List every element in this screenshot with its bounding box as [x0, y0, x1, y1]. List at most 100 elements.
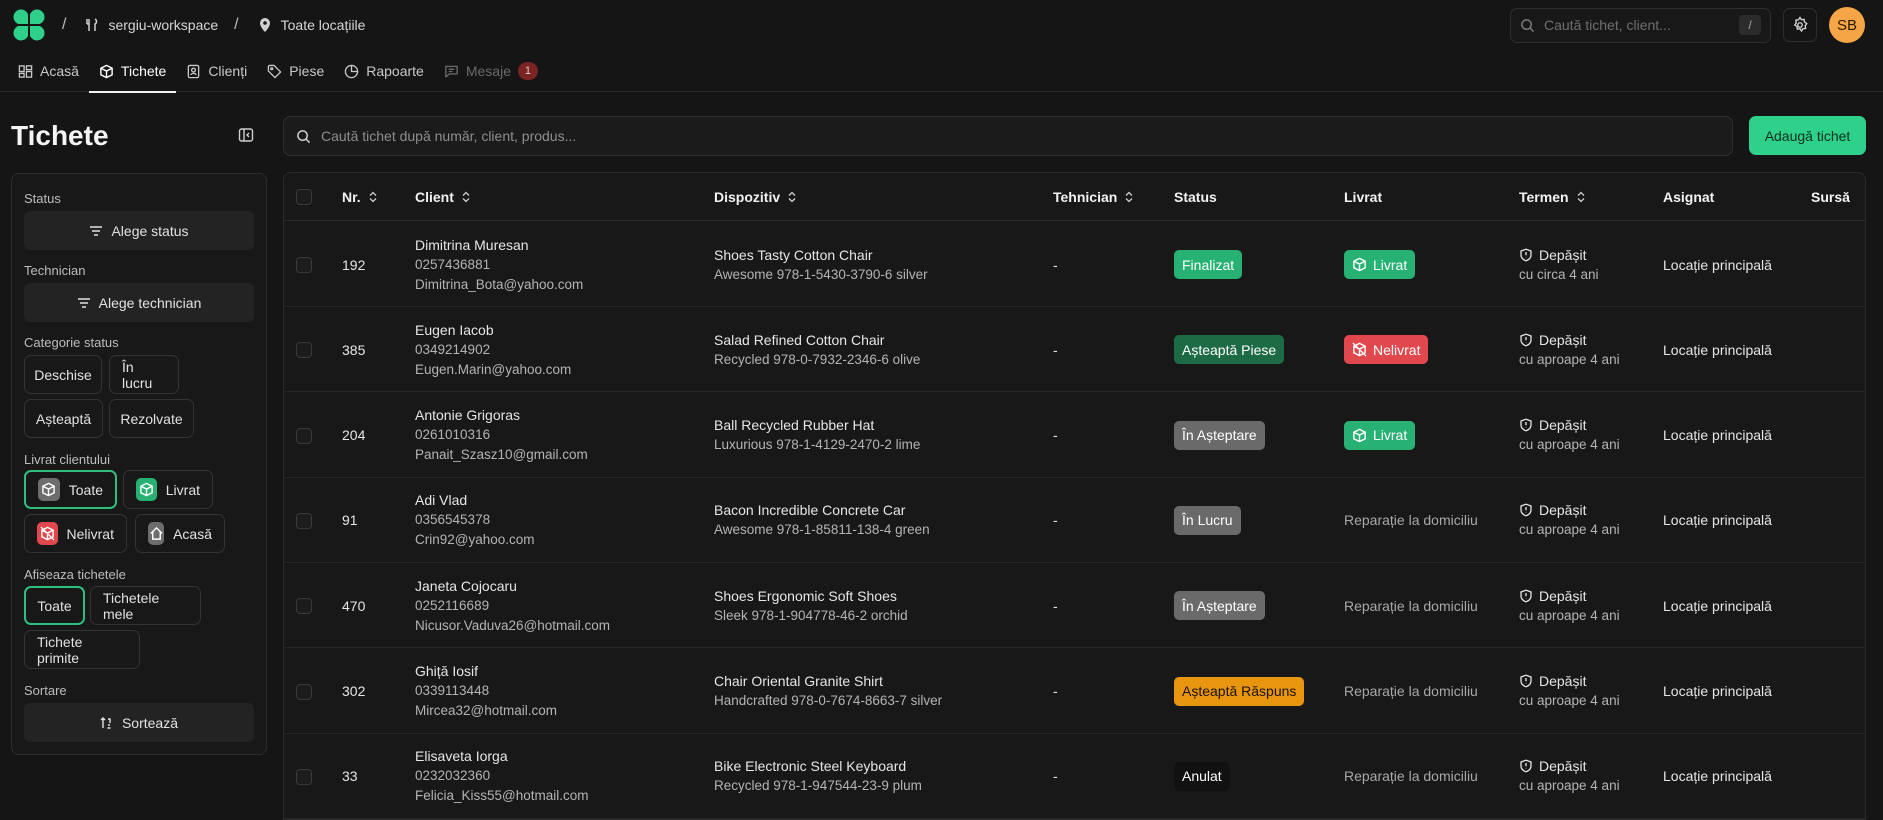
- delivered-cell: Reparație la domiciliu: [1344, 734, 1478, 819]
- category-deschise[interactable]: Deschise: [24, 355, 102, 394]
- breadcrumb-separator: /: [62, 15, 67, 33]
- global-search-input[interactable]: [1544, 17, 1730, 33]
- sort-button[interactable]: Sortează: [24, 703, 254, 742]
- device-name: Salad Refined Cotton Chair: [714, 331, 885, 348]
- deadline-cell: Depășit cu aproape 4 ani: [1519, 563, 1620, 648]
- alarm-clock-icon: [1520, 759, 1532, 773]
- delivery-type-text: Reparație la domiciliu: [1344, 683, 1478, 699]
- box-off-icon: [1352, 342, 1367, 357]
- column-technician[interactable]: Tehnician: [1053, 173, 1135, 221]
- ticket-search[interactable]: [283, 116, 1733, 156]
- choose-status-button[interactable]: Alege status: [24, 211, 254, 250]
- user-avatar[interactable]: SB: [1829, 7, 1865, 43]
- technician-cell: -: [1053, 307, 1058, 392]
- app-logo[interactable]: [12, 8, 46, 42]
- status-badge: În Lucru: [1174, 505, 1241, 535]
- sidebar-collapse-icon[interactable]: [238, 127, 254, 143]
- tab-clienti[interactable]: Clienți: [176, 50, 257, 92]
- breadcrumb-location[interactable]: Toate locațiile: [257, 16, 366, 33]
- client-cell: Elisaveta Iorga 0232032360 Felicia_Kiss5…: [415, 734, 589, 819]
- deadline-status: Depășit: [1519, 586, 1620, 606]
- deadline-cell: Depășit cu aproape 4 ani: [1519, 393, 1620, 478]
- home-icon: [148, 522, 165, 545]
- tab-label: Clienți: [208, 63, 248, 79]
- tab-tichete[interactable]: Tichete: [88, 50, 177, 93]
- delivered-badge: Livrat: [1344, 420, 1416, 450]
- ticket-number: 385: [342, 307, 365, 392]
- tab-rapoarte[interactable]: Rapoarte: [334, 50, 434, 92]
- table-row[interactable]: 192 Dimitrina Muresan 0257436881 Dimitri…: [284, 222, 1865, 307]
- table-row[interactable]: 385 Eugen Iacob 0349214902 Eugen.Marin@y…: [284, 307, 1865, 393]
- row-checkbox[interactable]: [296, 598, 312, 615]
- deadline-relative: cu aproape 4 ani: [1519, 522, 1620, 538]
- row-checkbox[interactable]: [296, 342, 312, 359]
- column-device[interactable]: Dispozitiv: [714, 173, 798, 221]
- technician-name: -: [1053, 683, 1058, 699]
- client-name: Dimitrina Muresan: [415, 236, 529, 253]
- ticket-number: 91: [342, 478, 358, 563]
- row-checkbox[interactable]: [296, 427, 312, 444]
- tag-icon: [267, 64, 282, 79]
- location-name: Toate locațiile: [280, 16, 366, 33]
- delivered-cell: Nelivrat: [1344, 307, 1429, 392]
- delivered-cell: Reparație la domiciliu: [1344, 649, 1478, 734]
- column-nr[interactable]: Nr.: [342, 173, 379, 221]
- delivered-nelivrat-option[interactable]: Nelivrat: [24, 514, 127, 553]
- tab-piese[interactable]: Piese: [257, 50, 334, 92]
- settings-button[interactable]: [1783, 8, 1817, 42]
- table-row[interactable]: 302 Ghiță Iosif 0339113448 Mircea32@hotm…: [284, 649, 1865, 734]
- tab-label: Rapoarte: [366, 63, 424, 79]
- column-label: Asignat: [1663, 189, 1715, 205]
- assigned-location: Locație principală: [1663, 597, 1772, 614]
- ticket-number: 470: [342, 563, 365, 648]
- table-row[interactable]: 470 Janeta Cojocaru 0252116689 Nicusor.V…: [284, 563, 1865, 649]
- global-search[interactable]: /: [1510, 7, 1771, 43]
- delivery-type-text: Reparație la domiciliu: [1344, 768, 1478, 785]
- category-rezolvate[interactable]: Rezolvate: [109, 399, 194, 438]
- category-asteapta[interactable]: Așteaptă: [24, 399, 103, 438]
- table-row[interactable]: 91 Adi Vlad 0356545378 Crin92@yahoo.com …: [284, 478, 1865, 563]
- row-checkbox[interactable]: [296, 683, 312, 700]
- row-checkbox[interactable]: [296, 512, 312, 529]
- message-icon: [445, 65, 458, 78]
- status-cell: Așteaptă Piese: [1174, 307, 1285, 392]
- ticket-search-input[interactable]: [321, 128, 1720, 144]
- select-all-checkbox[interactable]: [296, 189, 312, 205]
- choose-technician-button[interactable]: Alege technician: [24, 283, 254, 322]
- delivered-all-option[interactable]: Toate: [24, 470, 117, 509]
- table-header: Nr. Client Dispozitiv Tehnician Status L…: [284, 173, 1865, 221]
- delivered-acasa-option[interactable]: Acasă: [135, 514, 225, 553]
- row-checkbox[interactable]: [296, 257, 312, 273]
- alarm-clock-icon: [1520, 333, 1532, 347]
- assigned-location: Locație principală: [1663, 341, 1772, 358]
- add-ticket-button[interactable]: Adaugă tichet: [1749, 116, 1866, 155]
- client-phone: 0261010316: [415, 427, 491, 443]
- device-cell: Ball Recycled Rubber Hat Luxurious 978-1…: [714, 393, 920, 478]
- column-client[interactable]: Client: [415, 173, 472, 221]
- client-name: Janeta Cojocaru: [415, 577, 517, 594]
- show-all-option[interactable]: Toate: [24, 586, 85, 625]
- table-row[interactable]: 204 Antonie Grigoras 0261010316 Panait_S…: [284, 393, 1865, 478]
- client-name: Ghiță Iosif: [415, 663, 479, 679]
- status-category-label: Categorie status: [24, 335, 119, 350]
- ticket-number: 33: [342, 734, 358, 819]
- category-in-lucru[interactable]: În lucru: [109, 355, 179, 394]
- show-my-tickets-option[interactable]: Tichetele mele: [90, 586, 201, 625]
- column-deadline[interactable]: Termen: [1519, 173, 1587, 221]
- tab-acasa[interactable]: Acasă: [8, 50, 89, 92]
- deadline-cell: Depășit cu aproape 4 ani: [1519, 307, 1620, 392]
- tab-label: Piese: [289, 63, 325, 79]
- tab-mesaje[interactable]: Mesaje 1: [434, 50, 548, 92]
- device-name: Shoes Ergonomic Soft Shoes: [714, 587, 897, 604]
- table-row[interactable]: 33 Elisaveta Iorga 0232032360 Felicia_Ki…: [284, 734, 1865, 819]
- show-received-option[interactable]: Tichete primite: [24, 630, 140, 669]
- delivered-livrat-option[interactable]: Livrat: [123, 470, 213, 509]
- sort-label: Sortare: [24, 683, 67, 698]
- device-detail: Luxurious 978-1-4129-2470-2 lime: [714, 437, 921, 453]
- device-cell: Shoes Tasty Cotton Chair Awesome 978-1-5…: [714, 222, 928, 307]
- client-cell: Janeta Cojocaru 0252116689 Nicusor.Vaduv…: [415, 563, 610, 648]
- breadcrumb-workspace[interactable]: sergiu-workspace: [84, 17, 218, 33]
- client-phone: 0356545378: [415, 512, 491, 528]
- row-checkbox[interactable]: [296, 768, 312, 785]
- client-email: Mircea32@hotmail.com: [415, 703, 558, 718]
